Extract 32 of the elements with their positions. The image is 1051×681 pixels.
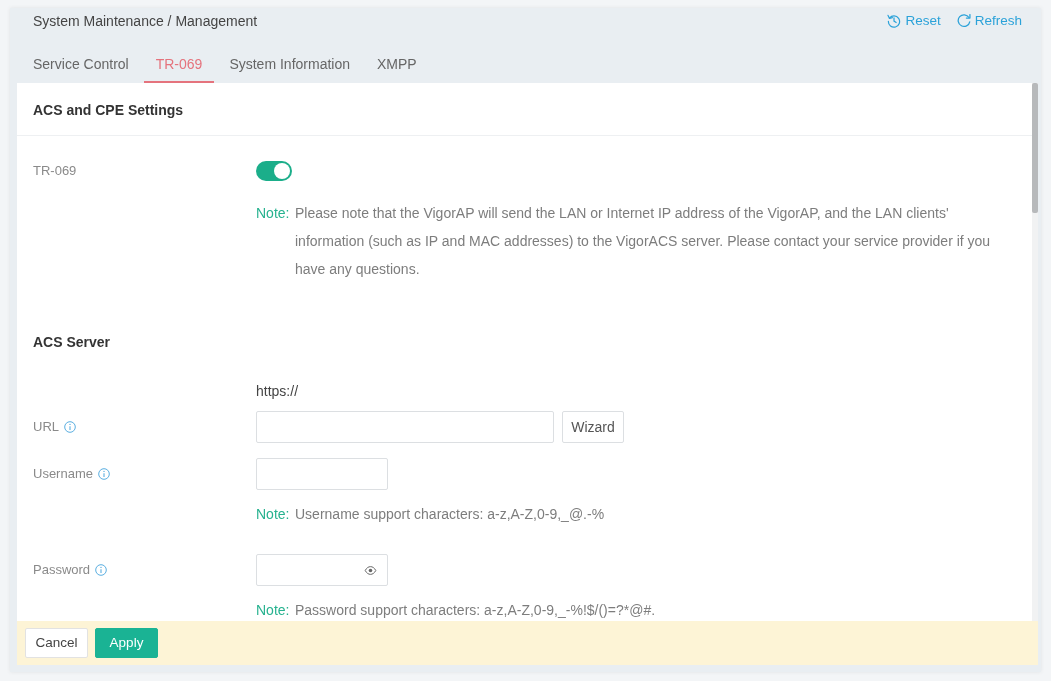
field-label: Password xyxy=(33,562,91,578)
tab[interactable]: XMPP xyxy=(365,46,429,83)
note-text: Password support characters: a-z,A-Z,0-9,_-%!$/()=?*@#. xyxy=(295,602,656,619)
refresh-icon xyxy=(956,14,971,28)
note-text: Please note that the VigorAP will send the LAN or Internet IP address of the VigorAP, and the LAN clients' information (such as IP and MAC addresses) to the VigorACS server. Please contact your service provider if you have any questions. xyxy=(295,204,992,279)
note-label: Note: xyxy=(256,602,291,619)
url-prefix: https:// xyxy=(255,382,300,401)
field-label: Username xyxy=(33,466,93,482)
field-label: URL xyxy=(33,419,59,435)
cancel-button[interactable]: Cancel xyxy=(25,628,88,658)
tab[interactable]: System Information xyxy=(217,46,362,83)
scrollbar-track[interactable] xyxy=(1032,83,1038,621)
tab[interactable]: Service Control xyxy=(21,46,141,83)
page-title: System Maintenance / Management xyxy=(33,11,258,31)
note-label: Note: xyxy=(256,506,291,523)
wizard-button[interactable]: Wizard xyxy=(562,411,624,443)
note-label: Note: xyxy=(256,204,291,223)
section-title: ACS and CPE Settings xyxy=(17,83,1032,136)
toggle-switch[interactable] xyxy=(256,161,292,181)
section-title: ACS Server xyxy=(32,333,112,352)
url-field[interactable] xyxy=(256,411,554,443)
info-icon[interactable] xyxy=(97,468,110,480)
field-label: TR-069 xyxy=(33,163,78,179)
info-icon[interactable] xyxy=(95,564,108,576)
eye-icon[interactable] xyxy=(364,565,377,575)
apply-button[interactable]: Apply xyxy=(95,628,158,658)
note-text: Username support characters: a-z,A-Z,0-9,_@.-% xyxy=(295,506,605,523)
scrollbar-thumb[interactable] xyxy=(1032,83,1038,213)
password-field[interactable] xyxy=(256,554,388,586)
history-icon xyxy=(887,14,902,28)
username-field[interactable] xyxy=(256,458,388,490)
info-icon[interactable] xyxy=(64,421,76,433)
